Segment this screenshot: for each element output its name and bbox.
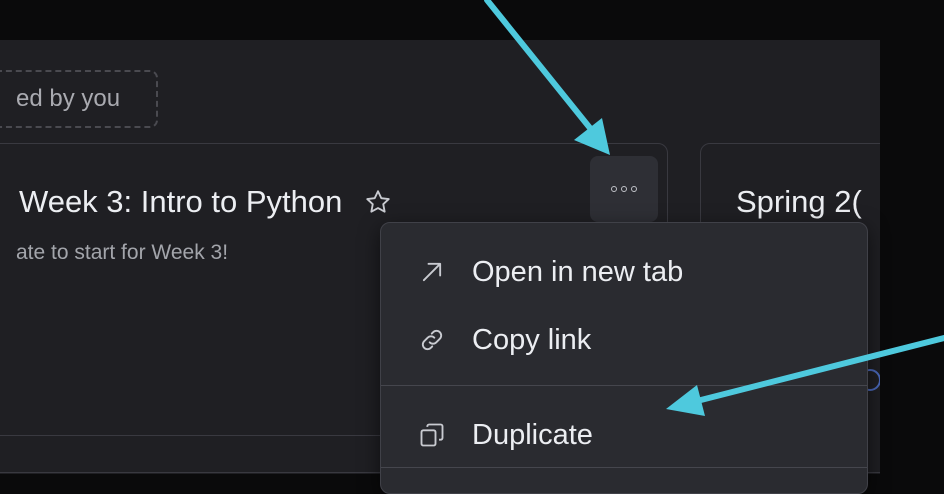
menu-item-copy-link[interactable]: Copy link [381,308,867,372]
menu-divider [381,385,867,386]
menu-item-label: Open in new tab [472,255,684,288]
menu-divider [381,467,867,468]
ellipsis-icon [611,186,637,192]
menu-item-open-new-tab[interactable]: Open in new tab [381,240,867,304]
menu-item-label: Duplicate [472,418,593,451]
context-menu: Open in new tab Copy link Duplicate [380,222,868,494]
duplicate-icon [420,423,444,447]
filter-chip-label: ed by you [16,85,121,112]
card-title: Spring 2( [736,184,862,219]
more-options-button[interactable] [590,156,658,222]
menu-item-duplicate[interactable]: Duplicate [381,403,867,467]
card-title: Week 3: Intro to Python [19,184,343,219]
star-icon[interactable] [364,188,392,216]
card-description: ate to start for Week 3! [16,241,229,264]
filter-chip[interactable]: ed by you [0,70,158,128]
link-icon [421,329,443,351]
external-arrow-icon [422,262,442,282]
menu-item-label: Copy link [472,323,592,356]
card-title-row: Week 3: Intro to Python [19,184,392,220]
